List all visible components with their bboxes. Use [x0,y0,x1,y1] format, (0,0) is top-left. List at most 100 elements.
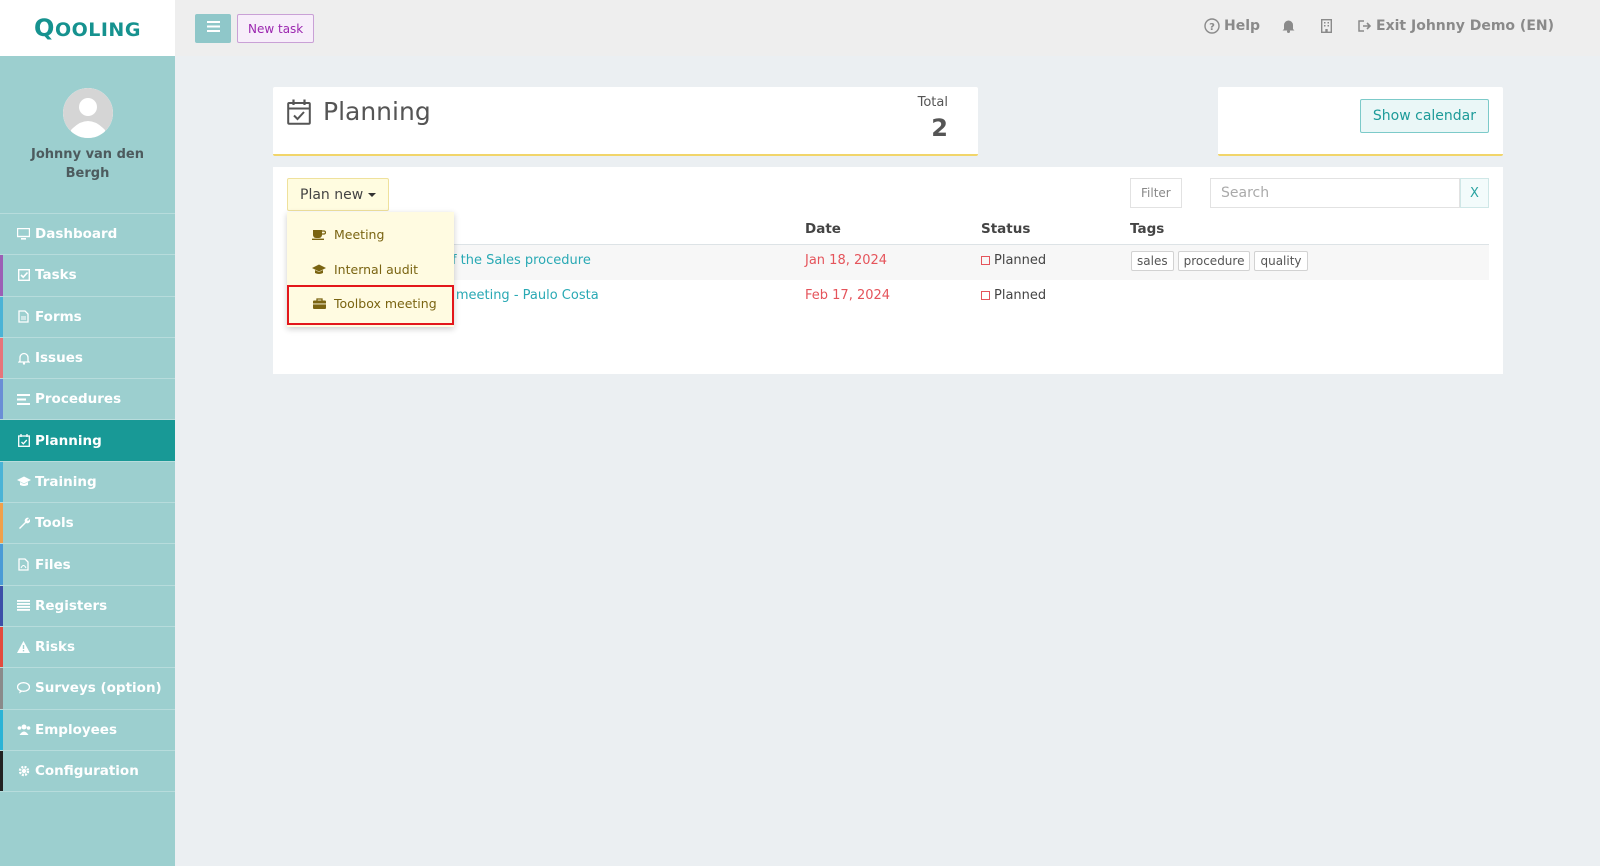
logo-area: QOOLING [0,0,175,56]
menu-item-label: Toolbox meeting [334,295,437,311]
sidebar-item-training[interactable]: Training [0,461,175,504]
sidebar-item-label: Training [35,473,97,490]
avatar[interactable] [62,88,113,138]
exit-label: Exit Johnny Demo (EN) [1376,18,1554,34]
sidebar: QOOLING Johnny van den Bergh Dashboard T… [0,0,175,866]
status-cell: Planned [981,288,1046,303]
menu-toggle-button[interactable] [195,14,231,43]
column-header-tags[interactable]: Tags [1130,221,1164,237]
page-header-card: Planning Total 2 [273,87,978,156]
graduation-cap-icon [16,476,31,487]
sidebar-item-label: Risks [35,639,76,656]
sidebar-item-tasks[interactable]: Tasks [0,255,175,297]
building-icon [1321,19,1333,33]
sign-out-icon [1358,20,1372,32]
sidebar-item-configuration[interactable]: Configuration [0,750,175,793]
sidebar-item-procedures[interactable]: Procedures [0,379,175,421]
sidebar-item-label: Files [35,556,71,573]
tag[interactable]: procedure [1177,251,1251,271]
top-right-menu: ? Help Exit Johnny Demo (EN) [1204,18,1554,34]
plan-new-dropdown-menu: Meeting Internal audit Toolbox meeting [287,212,454,327]
bars-icon [16,600,31,612]
tags-list: sales procedure quality [1131,251,1312,271]
sidebar-item-employees[interactable]: Employees [0,709,175,751]
search-input[interactable] [1210,178,1460,208]
gear-icon [16,765,31,777]
notifications-button[interactable] [1282,19,1299,33]
filter-button[interactable]: Filter [1130,178,1182,208]
menu-item-meeting[interactable]: Meeting [287,218,454,250]
table-row: of the Sales procedure Jan 18, 2024 Plan… [287,245,1489,280]
hamburger-icon [206,21,220,36]
sidebar-item-label: Surveys (option) [35,680,162,697]
wrench-icon [16,517,31,530]
planning-date: Jan 18, 2024 [805,253,888,268]
sidebar-nav: Dashboard Tasks Forms Issues Procedures … [0,214,175,793]
qooling-logo[interactable]: QOOLING [34,14,141,42]
sidebar-item-registers[interactable]: Registers [0,585,175,627]
square-icon [981,256,990,265]
plan-new-button[interactable]: Plan new [287,178,390,211]
sidebar-item-label: Employees [35,721,118,738]
help-link[interactable]: ? Help [1204,18,1260,34]
list-icon [16,393,31,405]
sidebar-item-label: Tasks [35,267,77,284]
svg-text:?: ? [1209,22,1215,33]
question-circle-icon: ? [1204,18,1220,34]
monitor-icon [16,228,31,240]
clear-search-button[interactable]: X [1460,178,1489,208]
menu-item-label: Internal audit [334,261,419,277]
caret-down-icon [368,192,377,197]
building-button[interactable] [1321,19,1336,33]
page-title: Planning [323,97,431,126]
status-label: Planned [994,288,1047,303]
show-calendar-button[interactable]: Show calendar [1359,99,1489,133]
sidebar-item-tools[interactable]: Tools [0,503,175,545]
status-cell: Planned [981,253,1046,268]
planning-item-link[interactable]: x meeting - Paulo Costa [444,288,599,303]
new-task-button[interactable]: New task [237,14,315,43]
sidebar-item-forms[interactable]: Forms [0,296,175,338]
user-name: Johnny van den Bergh [31,147,144,181]
sidebar-item-dashboard[interactable]: Dashboard [0,214,175,256]
sidebar-item-label: Planning [35,432,102,449]
coffee-cup-icon [311,229,327,240]
planning-item-link[interactable]: of the Sales procedure [444,253,591,268]
tag[interactable]: quality [1254,251,1308,271]
sidebar-item-issues[interactable]: Issues [0,337,175,380]
menu-item-toolbox-meeting[interactable]: Toolbox meeting [287,287,454,319]
file-pdf-icon [16,558,31,571]
total-label: Total [917,95,948,110]
planning-list-card: Plan new Filter X Date Status Tags of th… [273,167,1503,374]
users-icon [16,724,31,736]
table-row: x meeting - Paulo Costa Feb 17, 2024 Pla… [287,280,1489,315]
menu-item-internal-audit[interactable]: Internal audit [287,253,454,285]
briefcase-icon [311,297,327,309]
calendar-check-icon [16,434,31,448]
plan-new-label: Plan new [300,186,364,203]
help-label: Help [1223,18,1261,34]
column-header-status[interactable]: Status [981,221,1030,237]
sidebar-item-files[interactable]: Files [0,544,175,586]
menu-item-label: Meeting [334,226,385,242]
tag[interactable]: sales [1131,251,1174,271]
sidebar-item-label: Configuration [35,763,139,779]
planning-date: Feb 17, 2024 [805,288,891,303]
sidebar-item-risks[interactable]: Risks [0,626,175,669]
column-header-date[interactable]: Date [805,221,841,237]
file-icon [16,310,31,323]
sidebar-item-label: Dashboard [35,226,118,243]
bell-icon [16,352,31,365]
warning-icon [16,641,31,654]
calendar-check-icon [287,99,311,129]
check-square-icon [16,269,31,282]
sidebar-item-surveys[interactable]: Surveys (option) [0,668,175,710]
sidebar-item-planning[interactable]: Planning [0,420,175,462]
bell-icon [1282,19,1295,33]
total-count: 2 [931,114,948,142]
comments-icon [16,682,31,694]
calendar-card: Show calendar [1218,87,1503,156]
user-profile: Johnny van den Bergh [0,56,175,214]
exit-link[interactable]: Exit Johnny Demo (EN) [1358,18,1554,34]
graduation-cap-icon [311,264,327,275]
